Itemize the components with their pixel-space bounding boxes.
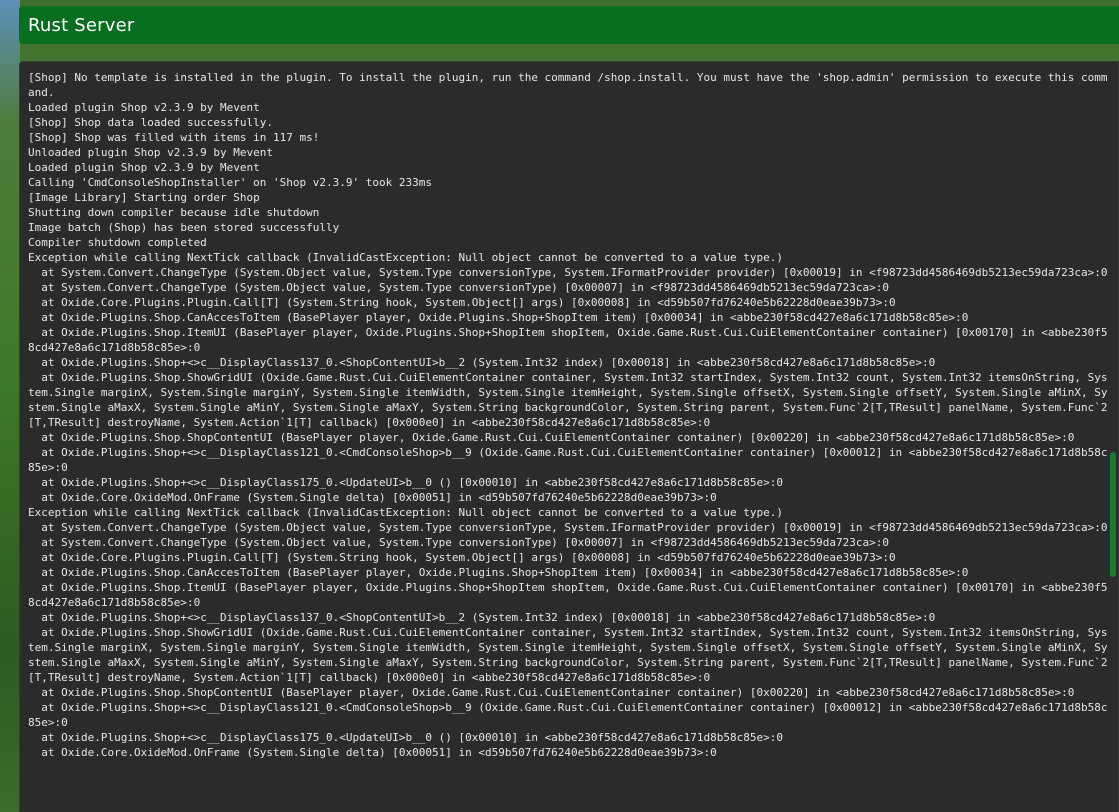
console-line: Image batch (Shop) has been stored succe… [28,221,340,234]
console-line: at Oxide.Plugins.Shop+<>c__DisplayClass1… [28,611,936,624]
console-line: at Oxide.Plugins.Shop.CanAccesToItem (Ba… [28,566,969,579]
console-line: Exception while calling NextTick callbac… [28,251,783,264]
console-line: Exception while calling NextTick callbac… [28,506,783,519]
console-line: Unloaded plugin Shop v2.3.9 by Mevent [28,146,274,159]
window-title: Rust Server [28,14,135,36]
console-line: Compiler shutdown completed [28,236,207,249]
console-line: Shutting down compiler because idle shut… [28,206,320,219]
console-line: at Oxide.Core.OxideMod.OnFrame (System.S… [28,746,717,759]
console-line: at Oxide.Plugins.Shop.ShopContentUI (Bas… [28,686,1075,699]
background-scenery [0,0,20,812]
console-line: at System.Convert.ChangeType (System.Obj… [28,521,1108,534]
console-line: at Oxide.Plugins.Shop+<>c__DisplayClass1… [28,476,783,489]
console-line: at Oxide.Plugins.Shop.CanAccesToItem (Ba… [28,311,969,324]
console-line: at Oxide.Plugins.Shop+<>c__DisplayClass1… [28,731,783,744]
console-line: Calling 'CmdConsoleShopInstaller' on 'Sh… [28,176,432,189]
console-line: at Oxide.Plugins.Shop.ShowGridUI (Oxide.… [28,626,1108,684]
console-line: [Image Library] Starting order Shop [28,191,260,204]
console-line: at System.Convert.ChangeType (System.Obj… [28,536,889,549]
console-scrollbar-thumb[interactable] [1110,452,1116,577]
console-line: at Oxide.Core.OxideMod.OnFrame (System.S… [28,491,717,504]
console-line: at Oxide.Plugins.Shop.ShowGridUI (Oxide.… [28,371,1108,429]
console-line: at System.Convert.ChangeType (System.Obj… [28,266,1108,279]
console-line: at System.Convert.ChangeType (System.Obj… [28,281,889,294]
console-line: at Oxide.Plugins.Shop.ItemUI (BasePlayer… [28,581,1108,609]
console-line: at Oxide.Core.Plugins.Plugin.Call[T] (Sy… [28,296,896,309]
window-title-bar: Rust Server [19,6,1119,44]
console-line: at Oxide.Plugins.Shop+<>c__DisplayClass1… [28,701,1108,729]
console-log: [Shop] No template is installed in the p… [28,70,1108,760]
console-line: at Oxide.Core.Plugins.Plugin.Call[T] (Sy… [28,551,896,564]
console-line: at Oxide.Plugins.Shop+<>c__DisplayClass1… [28,446,1108,474]
console-line: Loaded plugin Shop v2.3.9 by Mevent [28,161,260,174]
console-line: at Oxide.Plugins.Shop.ItemUI (BasePlayer… [28,326,1108,354]
console-line: at Oxide.Plugins.Shop+<>c__DisplayClass1… [28,356,936,369]
console-line: [Shop] Shop was filled with items in 117… [28,131,320,144]
console-line: at Oxide.Plugins.Shop.ShopContentUI (Bas… [28,431,1075,444]
console-line: [Shop] Shop data loaded successfully. [28,116,274,129]
console-line: Loaded plugin Shop v2.3.9 by Mevent [28,101,260,114]
console-panel[interactable]: [Shop] No template is installed in the p… [19,61,1119,812]
console-line: [Shop] No template is installed in the p… [28,71,1108,99]
